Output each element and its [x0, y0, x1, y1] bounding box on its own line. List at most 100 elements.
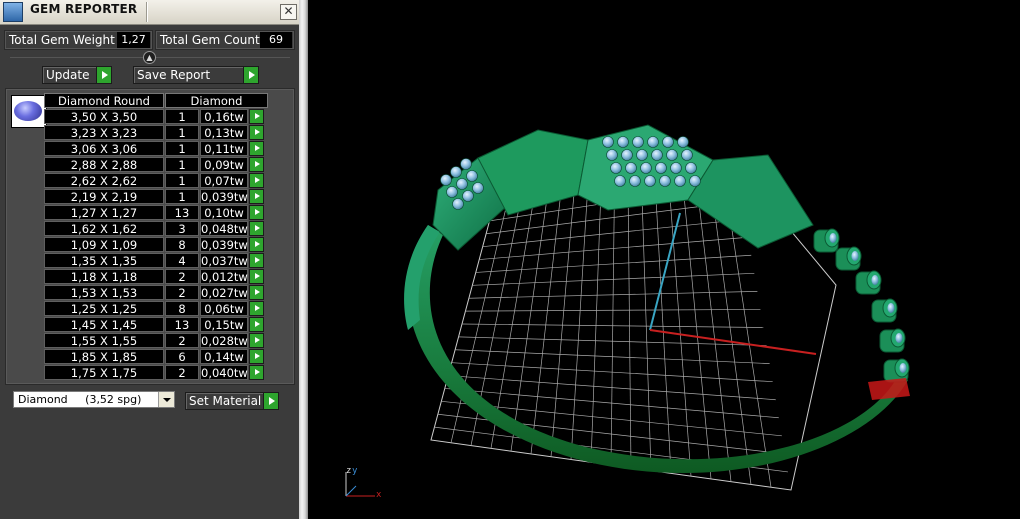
- table-row: 2,62 X 2,62 1 0,07tw: [44, 173, 268, 188]
- gem-count-cell: 1: [165, 189, 199, 204]
- select-gem-row-button[interactable]: [249, 205, 264, 220]
- table-row: 1,53 X 1,53 2 0,027tw: [44, 285, 268, 300]
- gem-count-cell: 13: [165, 317, 199, 332]
- gem-size-cell: 3,06 X 3,06: [44, 141, 164, 156]
- select-gem-row-button[interactable]: [249, 189, 264, 204]
- gem-weight-cell: 0,039tw: [200, 237, 248, 252]
- gem-weight-cell: 0,13tw: [200, 125, 248, 140]
- select-gem-row-button[interactable]: [249, 125, 264, 140]
- select-gem-row-button[interactable]: [249, 365, 264, 380]
- save-report-button-label: Save Report: [137, 68, 211, 82]
- select-gem-row-button[interactable]: [249, 157, 264, 172]
- table-row: 1,85 X 1,85 6 0,14tw: [44, 349, 268, 364]
- select-gem-row-button[interactable]: [249, 269, 264, 284]
- gem-size-cell: 1,85 X 1,85: [44, 349, 164, 364]
- update-button[interactable]: Update: [42, 66, 112, 84]
- update-button-label: Update: [46, 68, 90, 82]
- save-report-button[interactable]: Save Report: [133, 66, 259, 84]
- gem-count-cell: 1: [165, 173, 199, 188]
- table-row: 3,23 X 3,23 1 0,13tw: [44, 125, 268, 140]
- total-gem-weight-value: 1,27: [117, 32, 150, 48]
- title-bar: GEM REPORTER ✕: [0, 0, 299, 25]
- table-row: 1,62 X 1,62 3 0,048tw: [44, 221, 268, 236]
- table-row: 1,09 X 1,09 8 0,039tw: [44, 237, 268, 252]
- select-gem-row-button[interactable]: [249, 333, 264, 348]
- select-gem-row-button[interactable]: [249, 173, 264, 188]
- set-material-play-icon: [263, 393, 278, 409]
- select-gem-row-button[interactable]: [249, 253, 264, 268]
- collapse-grip-icon[interactable]: ▲: [143, 51, 156, 64]
- table-row: 1,18 X 1,18 2 0,012tw: [44, 269, 268, 284]
- select-gem-row-button[interactable]: [249, 141, 264, 156]
- gem-reporter-app-icon: [3, 2, 23, 22]
- update-play-icon: [96, 67, 111, 83]
- column-header-material: Diamond: [165, 93, 268, 108]
- table-row: 1,45 X 1,45 13 0,15tw: [44, 317, 268, 332]
- ring-render: [345, 124, 910, 497]
- table-row: 2,19 X 2,19 1 0,039tw: [44, 189, 268, 204]
- selected-face-highlight: [868, 378, 910, 400]
- gem-weight-cell: 0,16tw: [200, 109, 248, 124]
- gem-weight-cell: 0,06tw: [200, 301, 248, 316]
- gem-count-cell: 1: [165, 141, 199, 156]
- table-row: 3,50 X 3,50 1 0,16tw: [44, 109, 268, 124]
- table-row: 1,25 X 1,25 8 0,06tw: [44, 301, 268, 316]
- material-select-value: Diamond (3,52 spg): [18, 393, 142, 406]
- gem-count-cell: 4: [165, 253, 199, 268]
- total-gem-weight-label: Total Gem Weight: [9, 33, 115, 47]
- gem-size-cell: 2,19 X 2,19: [44, 189, 164, 204]
- select-gem-row-button[interactable]: [249, 285, 264, 300]
- gem-weight-cell: 0,028tw: [200, 333, 248, 348]
- gem-weight-cell: 0,07tw: [200, 173, 248, 188]
- title-separator: [146, 2, 148, 22]
- gem-count-cell: 1: [165, 109, 199, 124]
- chevron-down-icon[interactable]: [158, 392, 174, 407]
- gem-weight-cell: 0,040tw: [200, 365, 248, 380]
- gem-weight-cell: 0,012tw: [200, 269, 248, 284]
- total-gem-count-value: 69: [260, 32, 292, 48]
- table-row: 1,55 X 1,55 2 0,028tw: [44, 333, 268, 348]
- gem-weight-cell: 0,027tw: [200, 285, 248, 300]
- gem-size-cell: 3,50 X 3,50: [44, 109, 164, 124]
- total-gem-count-box: Total Gem Count 69: [155, 30, 295, 50]
- gem-size-cell: 1,55 X 1,55: [44, 333, 164, 348]
- gem-count-cell: 2: [165, 285, 199, 300]
- gem-weight-cell: 0,037tw: [200, 253, 248, 268]
- gem-count-cell: 3: [165, 221, 199, 236]
- gem-count-cell: 6: [165, 349, 199, 364]
- total-gem-count-label: Total Gem Count: [160, 33, 260, 47]
- gem-size-cell: 1,62 X 1,62: [44, 221, 164, 236]
- gem-count-cell: 2: [165, 333, 199, 348]
- round-stone-icon: [14, 101, 42, 121]
- splitter[interactable]: [299, 0, 308, 519]
- table-row: 3,06 X 3,06 1 0,11tw: [44, 141, 268, 156]
- material-select[interactable]: Diamond (3,52 spg): [13, 391, 175, 408]
- select-gem-row-button[interactable]: [249, 221, 264, 236]
- gem-count-cell: 1: [165, 157, 199, 172]
- table-row: 1,35 X 1,35 4 0,037tw: [44, 253, 268, 268]
- close-button[interactable]: ✕: [280, 4, 297, 20]
- select-gem-row-button[interactable]: [249, 317, 264, 332]
- diamond-round-thumbnail-icon[interactable]: [11, 95, 47, 128]
- gem-weight-cell: 0,11tw: [200, 141, 248, 156]
- window-title: GEM REPORTER: [30, 2, 138, 16]
- gem-size-cell: 1,75 X 1,75: [44, 365, 164, 380]
- gem-size-cell: 2,62 X 2,62: [44, 173, 164, 188]
- select-gem-row-button[interactable]: [249, 349, 264, 364]
- save-report-play-icon: [243, 67, 258, 83]
- table-row: 1,75 X 1,75 2 0,040tw: [44, 365, 268, 380]
- 3d-viewport[interactable]: z y x: [308, 0, 1020, 519]
- axis-x-label: x: [376, 490, 382, 500]
- select-gem-row-button[interactable]: [249, 109, 264, 124]
- table-row: 2,88 X 2,88 1 0,09tw: [44, 157, 268, 172]
- gem-weight-cell: 0,09tw: [200, 157, 248, 172]
- gem-size-cell: 1,53 X 1,53: [44, 285, 164, 300]
- gem-count-cell: 8: [165, 301, 199, 316]
- set-material-button[interactable]: Set Material: [185, 392, 279, 410]
- total-gem-weight-box: Total Gem Weight 1,27: [4, 30, 153, 50]
- select-gem-row-button[interactable]: [249, 237, 264, 252]
- gem-count-cell: 8: [165, 237, 199, 252]
- select-gem-row-button[interactable]: [249, 301, 264, 316]
- axis-y-label: y: [352, 466, 358, 476]
- ring-top: [432, 124, 814, 251]
